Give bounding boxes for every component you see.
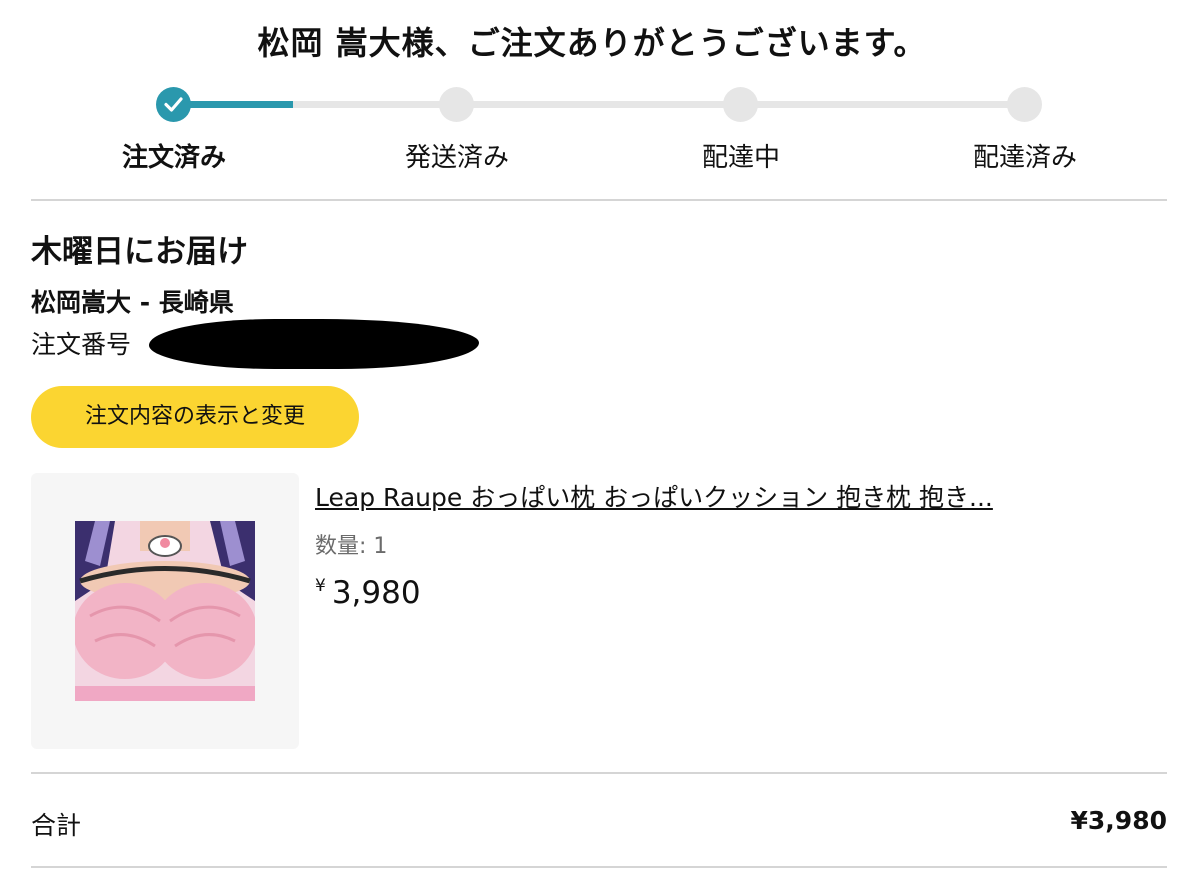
step-shipped-dot xyxy=(439,87,474,122)
step-delivered-dot xyxy=(1007,87,1042,122)
view-and-edit-order-button[interactable]: 注文内容の表示と変更 xyxy=(31,386,359,448)
step-ordered-dot xyxy=(156,87,191,122)
total-value: ¥3,980 xyxy=(1070,806,1167,835)
step-shipped-label: 発送済み xyxy=(404,143,509,173)
progress-track xyxy=(174,101,1024,108)
recipient-name: 松岡嵩大 - 長崎県 xyxy=(31,288,234,317)
item-price: ¥3,980 xyxy=(315,575,421,611)
delivery-date-heading: 木曜日にお届け xyxy=(31,234,248,270)
divider xyxy=(31,199,1167,201)
step-ordered-label: 注文済み xyxy=(121,143,226,173)
total-label: 合計 xyxy=(31,811,82,840)
page-title: 松岡 嵩大様、ご注文ありがとうございます。 xyxy=(257,24,927,62)
progress-fill xyxy=(174,101,293,108)
product-image xyxy=(75,521,255,701)
order-progress-tracker: 注文済み 発送済み 配達中 配達済み xyxy=(0,85,1184,185)
step-delivered-label: 配達済み xyxy=(972,143,1077,173)
product-thumbnail[interactable] xyxy=(31,473,299,749)
currency-symbol: ¥ xyxy=(315,576,326,596)
checkmark-icon xyxy=(164,97,183,112)
step-out-for-delivery-label: 配達中 xyxy=(701,143,780,173)
order-confirmation-page: 松岡 嵩大様、ご注文ありがとうございます。 注文済み 発送済み 配達中 配達済み… xyxy=(0,0,1184,876)
step-out-for-delivery-dot xyxy=(723,87,758,122)
order-number-label: 注文番号 xyxy=(31,330,132,359)
divider xyxy=(31,772,1167,774)
redacted-order-number xyxy=(149,319,479,369)
divider xyxy=(31,866,1167,868)
quantity-text: 数量: 1 xyxy=(315,534,388,559)
item-price-value: 3,980 xyxy=(331,575,421,611)
product-title-link[interactable]: Leap Raupe おっぱい枕 おっぱいクッション 抱き枕 抱き... xyxy=(315,478,993,514)
